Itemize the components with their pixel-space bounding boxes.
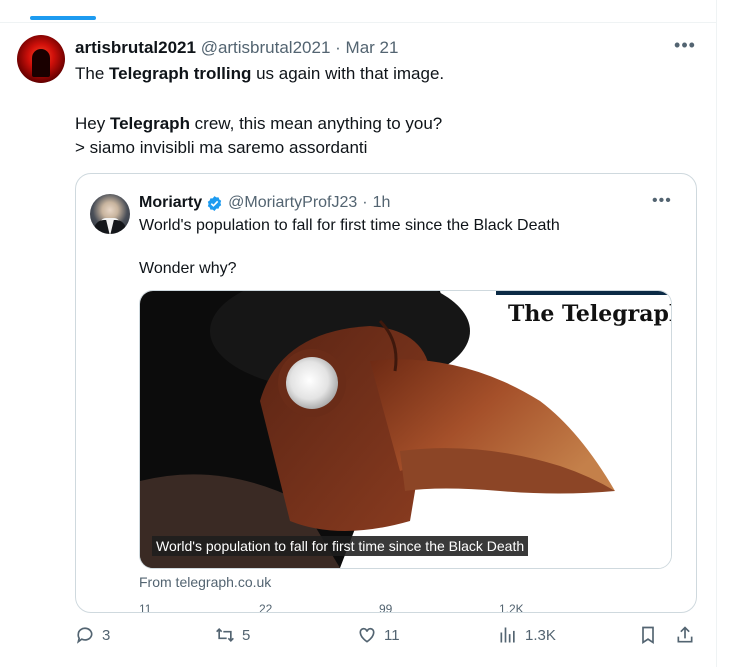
active-tab-indicator bbox=[30, 16, 96, 20]
quoted-tweet[interactable]: Moriarty @MoriartyProfJ23 · 1h ••• World… bbox=[75, 173, 697, 613]
heart-icon bbox=[359, 627, 375, 643]
quoted-more-icon[interactable]: ••• bbox=[652, 192, 672, 210]
quoted-tweet-header: Moriarty @MoriartyProfJ23 · 1h bbox=[139, 194, 390, 212]
top-divider bbox=[0, 0, 716, 23]
repost-count: 5 bbox=[242, 626, 251, 644]
text-segment: The bbox=[75, 64, 110, 83]
tweet-text-line-1: The Telegraph trolling us again with tha… bbox=[75, 64, 444, 84]
share-icon bbox=[677, 626, 693, 643]
verified-badge-icon bbox=[207, 195, 222, 211]
reply-icon bbox=[76, 627, 93, 644]
text-segment: crew, this mean anything to you? bbox=[189, 114, 443, 133]
quoted-handle[interactable]: @MoriartyProfJ23 bbox=[228, 194, 357, 212]
share-button[interactable] bbox=[675, 625, 702, 645]
quoted-text-line-1: World's population to fall for first tim… bbox=[139, 217, 560, 234]
quoted-time[interactable]: 1h bbox=[373, 194, 391, 212]
tweet-date[interactable]: Mar 21 bbox=[346, 38, 399, 57]
text-segment: us again with that image. bbox=[251, 64, 445, 83]
tweet-text-line-3: > siamo invisibli ma saremo assordanti bbox=[75, 138, 368, 157]
repost-button[interactable]: 5 bbox=[215, 625, 250, 645]
bookmark-icon bbox=[642, 626, 654, 645]
text-segment: Hey bbox=[75, 114, 110, 133]
text-bold-segment: Telegraph bbox=[109, 114, 190, 133]
text-bold-segment: Telegraph trolling bbox=[109, 64, 252, 83]
logo-accent-bar bbox=[496, 291, 671, 295]
more-options-icon[interactable]: ••• bbox=[672, 34, 698, 60]
quoted-display-name[interactable]: Moriarty bbox=[139, 194, 202, 212]
telegraph-logo: The Telegraph bbox=[508, 301, 672, 327]
view-count: 1.3K bbox=[525, 626, 556, 644]
quoted-like-count: 99 bbox=[379, 602, 393, 613]
like-count: 11 bbox=[384, 626, 400, 644]
author-display-name[interactable]: artisbrutal2021 bbox=[75, 38, 196, 57]
tweet-actions: 3 5 11 1.3K bbox=[75, 625, 700, 653]
tweet-header: artisbrutal2021 @artisbrutal2021 · Mar 2… bbox=[75, 38, 398, 58]
quoted-view-count: 1.2K bbox=[499, 602, 524, 613]
separator-dot: · bbox=[362, 194, 368, 211]
analytics-icon bbox=[500, 627, 515, 643]
quoted-reply-count: 11 bbox=[139, 602, 152, 613]
quoted-repost-count: 22 bbox=[259, 602, 273, 613]
reply-button[interactable]: 3 bbox=[75, 625, 110, 645]
reply-count: 3 bbox=[102, 626, 111, 644]
author-avatar[interactable] bbox=[17, 35, 65, 83]
repost-icon bbox=[216, 627, 234, 643]
column-border bbox=[716, 0, 717, 667]
quoted-author-avatar[interactable] bbox=[90, 194, 130, 234]
separator-dot: · bbox=[335, 38, 341, 57]
link-card-image[interactable]: The Telegraph World's population to fall… bbox=[139, 290, 672, 569]
plague-doctor-mask-image bbox=[140, 291, 671, 568]
quoted-text-line-2: Wonder why? bbox=[139, 260, 237, 277]
like-button[interactable]: 11 bbox=[357, 625, 400, 645]
quoted-actions-cut: 11 22 99 1.2K bbox=[139, 602, 679, 613]
author-handle[interactable]: @artisbrutal2021 bbox=[201, 38, 331, 57]
tweet-text-line-2: Hey Telegraph crew, this mean anything t… bbox=[75, 114, 442, 134]
image-caption: World's population to fall for first tim… bbox=[152, 536, 529, 556]
views-button[interactable]: 1.3K bbox=[498, 625, 556, 645]
link-source[interactable]: From telegraph.co.uk bbox=[139, 574, 271, 590]
bookmark-button[interactable] bbox=[638, 625, 665, 645]
